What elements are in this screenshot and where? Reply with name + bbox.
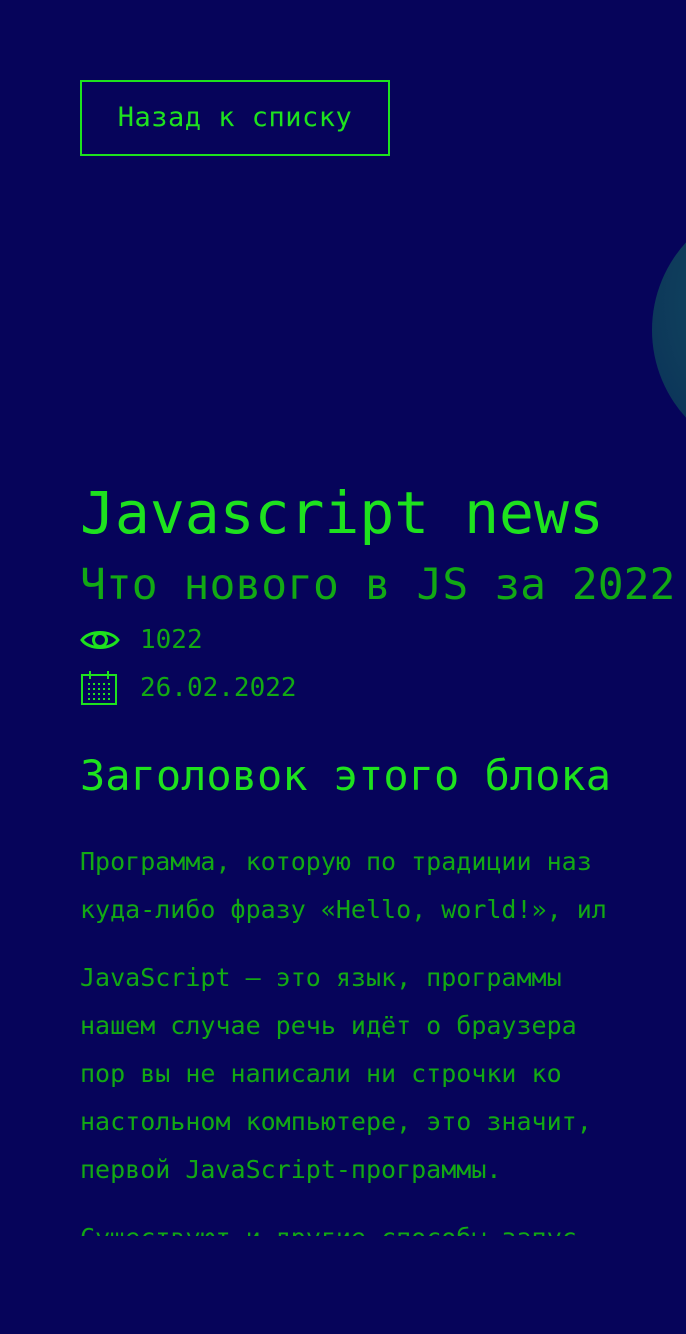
views-count: 1022: [80, 622, 203, 658]
paragraph: JavaScript — это язык, программы нашем с…: [80, 954, 686, 1194]
article-body: Программа, которую по традиции наз куда-…: [80, 838, 686, 1236]
paragraph-line: первой JavaScript-программы.: [80, 1155, 502, 1184]
paragraph: Программа, которую по традиции наз куда-…: [80, 838, 686, 934]
article-page: Назад к списку Javascript news Что новог…: [0, 0, 686, 1334]
views-value: 1022: [140, 625, 203, 655]
article-image: [652, 200, 686, 460]
paragraph-line: куда-либо фразу «Hello, world!», ил: [80, 895, 607, 924]
back-to-list-button[interactable]: Назад к списку: [80, 80, 390, 156]
paragraph-line: настольном компьютере, это значит,: [80, 1107, 592, 1136]
article-title: Javascript news: [80, 479, 604, 547]
paragraph-line: JavaScript — это язык, программы: [80, 963, 562, 992]
paragraph-line: нашем случае речь идёт о браузера: [80, 1011, 577, 1040]
block-heading: Заголовок этого блока: [80, 751, 612, 800]
date-value: 26.02.2022: [140, 673, 297, 703]
calendar-icon: [80, 670, 120, 706]
eye-icon: [80, 622, 120, 658]
paragraph-line: Программа, которую по традиции наз: [80, 847, 592, 876]
publish-date: 26.02.2022: [80, 670, 297, 706]
paragraph-line: Существуют и другие способы запус: [80, 1223, 577, 1236]
paragraph: Существуют и другие способы запус: [80, 1214, 686, 1236]
article-subtitle: Что нового в JS за 2022: [80, 560, 676, 610]
paragraph-line: пор вы не написали ни строчки ко: [80, 1059, 562, 1088]
